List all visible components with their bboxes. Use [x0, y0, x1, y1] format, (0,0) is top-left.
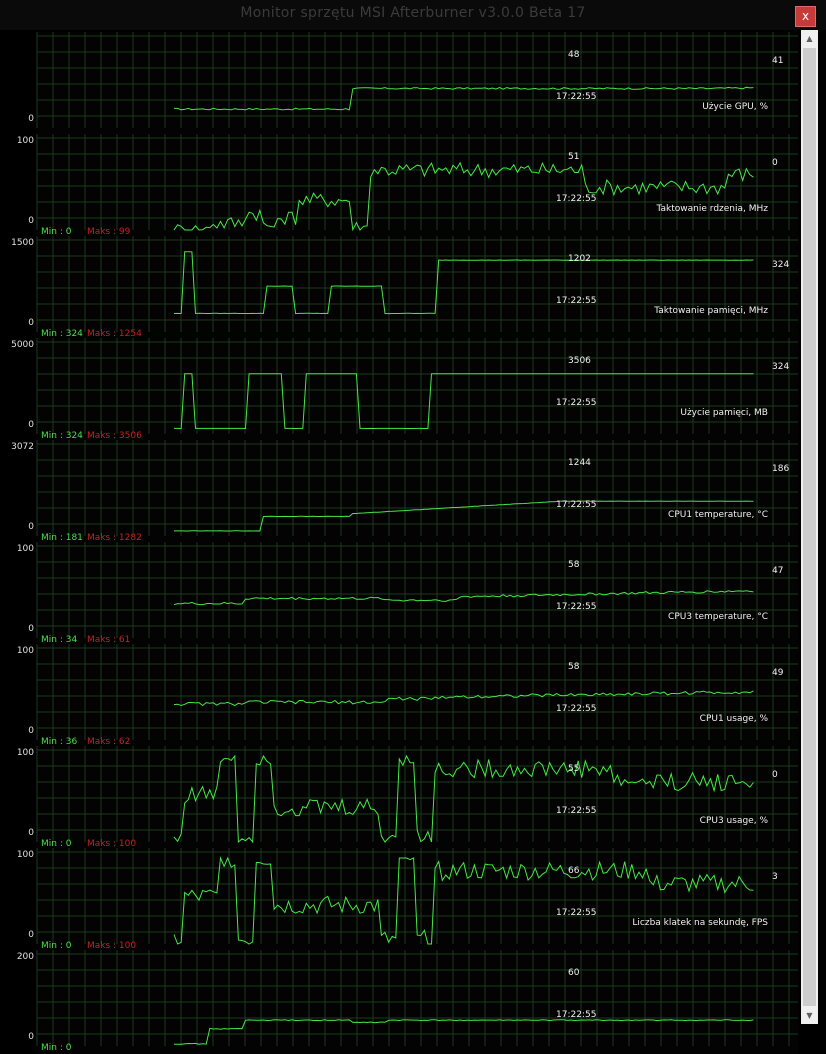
scroll-down-arrow-icon[interactable]: ▼: [801, 1007, 818, 1024]
time-label: 17:22:55: [556, 92, 597, 102]
last-value-label: 3: [772, 872, 778, 882]
graph-canvas: [36, 338, 798, 442]
panel-title: CPU3 temperature, °C: [668, 612, 768, 622]
graph-area: 48 41 17:22:55 Użycie GPU, % 51 0 17:22:55 Min …: [36, 30, 798, 1054]
graph-canvas: [36, 134, 798, 238]
last-value-label: 47: [772, 566, 784, 576]
current-value-label: 51: [568, 152, 580, 162]
last-value-label: 324: [772, 260, 790, 270]
axis-top-label: 100: [16, 646, 34, 656]
graph-canvas: [36, 644, 798, 748]
graph-panel-8: 66 3 17:22:55 Min : 0 Maks : 100 Liczba klate…: [36, 848, 798, 952]
panel-title: CPU1 temperature, °C: [668, 510, 768, 520]
min-label: Min : 0: [41, 1043, 72, 1053]
axis-top-label: 100: [16, 748, 34, 758]
axis-bottom-label: 0: [28, 930, 34, 940]
panel-title: Taktowanie rdzenia, MHz: [656, 204, 768, 214]
graph-canvas: [36, 542, 798, 646]
graph-panel-6: 58 49 17:22:55 Min : 36 Maks : 62 CPU1 usage,…: [36, 644, 798, 748]
panel-title: Taktowanie pamięci, MHz: [654, 306, 768, 316]
graph-canvas: [36, 950, 798, 1054]
graph-panel-1: 51 0 17:22:55 Min : 0 Maks : 99 Taktowanie rd…: [36, 134, 798, 238]
graph-canvas: [36, 440, 798, 544]
time-label: 17:22:55: [556, 704, 597, 714]
last-value-label: 186: [772, 464, 790, 474]
graph-panel-5: 58 47 17:22:55 Min : 34 Maks : 61 CPU3 temper…: [36, 542, 798, 646]
axis-bottom-label: 0: [28, 318, 34, 328]
current-value-label: 55: [568, 764, 580, 774]
axis-top-label: 1500: [11, 238, 34, 248]
current-value-label: 3506: [568, 356, 591, 366]
current-value-label: 66: [568, 866, 580, 876]
panel-title: Użycie pamięci, MB: [680, 408, 768, 418]
scroll-thumb[interactable]: [803, 48, 816, 1006]
axis-top-label: 3072: [11, 442, 34, 452]
graph-panel-9: 60 17:22:55 Min : 0: [36, 950, 798, 1054]
current-value-label: 48: [568, 50, 580, 60]
title-bar: Monitor sprzętu MSI Afterburner v3.0.0 B…: [0, 0, 826, 30]
current-value-label: 1202: [568, 254, 591, 264]
axis-bottom-label: 0: [28, 522, 34, 532]
last-value-label: 324: [772, 362, 790, 372]
axis-bottom-label: 0: [28, 726, 34, 736]
axis-bottom-label: 0: [28, 828, 34, 838]
time-label: 17:22:55: [556, 296, 597, 306]
axis-top-label: 100: [16, 136, 34, 146]
graph-panel-4: 1244 186 17:22:55 Min : 181 Maks : 1282 CPU1 …: [36, 440, 798, 544]
current-value-label: 60: [568, 968, 580, 978]
graph-panel-3: 3506 324 17:22:55 Min : 324 Maks : 3506 Użyci…: [36, 338, 798, 442]
panel-title: CPU3 usage, %: [699, 816, 768, 826]
axis-bottom-label: 0: [28, 624, 34, 634]
graph-canvas: [36, 236, 798, 340]
scroll-up-arrow-icon[interactable]: ▲: [801, 30, 818, 47]
graph-panel-7: 55 0 17:22:55 Min : 0 Maks : 100 CPU3 usage, …: [36, 746, 798, 850]
window-title: Monitor sprzętu MSI Afterburner v3.0.0 B…: [240, 5, 586, 21]
axis-top-label: 200: [16, 952, 34, 962]
current-value-label: 1244: [568, 458, 591, 468]
graph-canvas: [36, 746, 798, 850]
last-value-label: 0: [772, 770, 778, 780]
last-value-label: 49: [772, 668, 784, 678]
axis-top-label: 100: [16, 850, 34, 860]
graph-panel-2: 1202 324 17:22:55 Min : 324 Maks : 1254 Takto…: [36, 236, 798, 340]
panel-title: Liczba klatek na sekundę, FPS: [632, 918, 768, 928]
current-value-label: 58: [568, 662, 580, 672]
last-value-label: 0: [772, 158, 778, 168]
time-label: 17:22:55: [556, 602, 597, 612]
axis-bottom-label: 0: [28, 1032, 34, 1042]
graph-canvas: [36, 848, 798, 952]
close-button[interactable]: x: [795, 6, 816, 27]
time-label: 17:22:55: [556, 500, 597, 510]
axis-top-label: 5000: [11, 340, 34, 350]
vertical-scrollbar[interactable]: ▲ ▼: [801, 30, 818, 1024]
time-label: 17:22:55: [556, 398, 597, 408]
axis-bottom-label: 0: [28, 114, 34, 124]
graph-panel-0: 48 41 17:22:55 Użycie GPU, %: [36, 32, 798, 136]
last-value-label: 41: [772, 56, 784, 66]
time-label: 17:22:55: [556, 908, 597, 918]
time-label: 17:22:55: [556, 1010, 597, 1020]
panel-title: Użycie GPU, %: [702, 102, 768, 112]
time-label: 17:22:55: [556, 194, 597, 204]
axis-top-label: 100: [16, 544, 34, 554]
axis-bottom-label: 0: [28, 420, 34, 430]
panel-title: CPU1 usage, %: [699, 714, 768, 724]
current-value-label: 58: [568, 560, 580, 570]
graph-canvas: [36, 32, 798, 136]
axis-bottom-label: 0: [28, 216, 34, 226]
time-label: 17:22:55: [556, 806, 597, 816]
